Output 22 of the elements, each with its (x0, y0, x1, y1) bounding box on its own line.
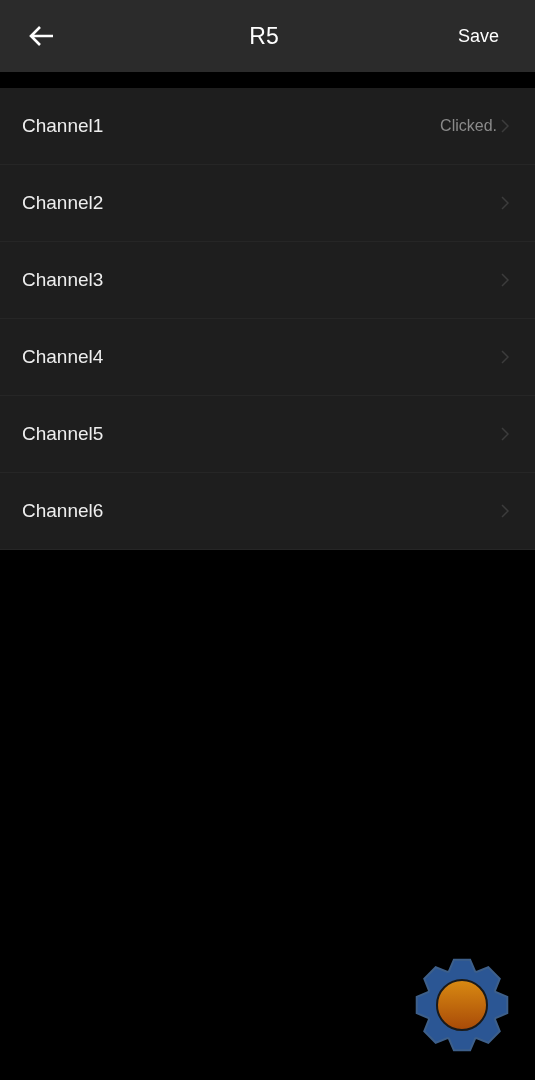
gear-icon[interactable] (414, 957, 510, 1053)
channel-name: Channel6 (22, 500, 105, 522)
channel-name: Channel3 (22, 269, 105, 291)
channel-row[interactable]: Channel2 (0, 165, 535, 242)
chevron-icon (501, 273, 509, 287)
chevron-icon (501, 427, 509, 441)
chevron-icon (501, 196, 509, 210)
channel-status: Clicked. (440, 117, 497, 135)
channel-row[interactable]: Channel4 (0, 319, 535, 396)
channel-row[interactable]: Channel5 (0, 396, 535, 473)
save-button[interactable]: Save (457, 21, 515, 51)
channel-row[interactable]: Channel6 (0, 473, 535, 550)
channel-name: Channel4 (22, 346, 105, 368)
chevron-icon (501, 350, 509, 364)
channel-row[interactable]: Channel1 Clicked. (0, 88, 535, 165)
channel-name: Channel2 (22, 192, 105, 214)
channel-row[interactable]: Channel3 (0, 242, 535, 319)
chevron-icon (501, 504, 509, 518)
channel-name: Channel1 (22, 115, 105, 137)
channel-name: Channel5 (22, 423, 105, 445)
page-title: R5 (249, 22, 279, 50)
chevron-icon (501, 119, 509, 133)
